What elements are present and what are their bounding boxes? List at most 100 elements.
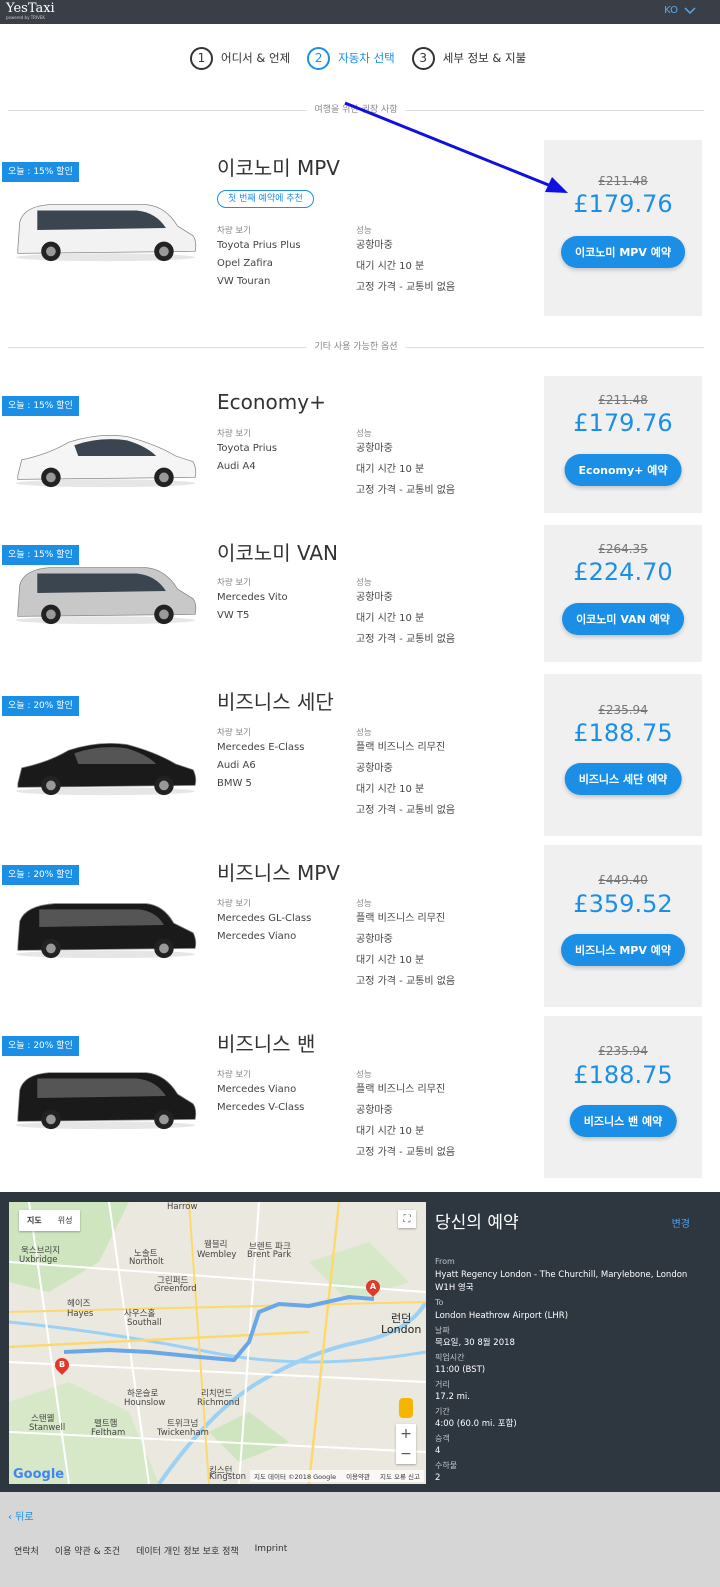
- map-label: 헤이즈: [67, 1299, 91, 1309]
- feature-item: 대기 시간 10 분: [356, 955, 425, 966]
- example-model: Mercedes E-Class: [217, 742, 305, 753]
- recommended-chip: 첫 번째 예약에 추천: [217, 190, 314, 208]
- map-label: Northolt: [129, 1257, 164, 1267]
- map-terms-link[interactable]: 이용약관: [346, 1471, 370, 1481]
- feature-item: 대기 시간 10 분: [356, 261, 425, 272]
- step-where-when[interactable]: 1 어디서 & 언제: [190, 46, 290, 70]
- distance-value: 17.2 mi.: [435, 1392, 470, 1402]
- example-model: VW Touran: [217, 276, 271, 287]
- street-view-icon[interactable]: [399, 1398, 413, 1418]
- luggage-label: 수하물: [435, 1461, 458, 1470]
- map-label: Greenford: [154, 1284, 197, 1294]
- from-label: From: [435, 1257, 455, 1266]
- feature-item: 대기 시간 10 분: [356, 464, 425, 475]
- discount-badge: 오늘 : 15% 할인: [2, 162, 79, 182]
- original-price: £264.35: [598, 542, 648, 556]
- footer-link-terms[interactable]: 이용 약관 & 조건: [55, 1544, 120, 1557]
- back-link[interactable]: ‹ 뒤로: [8, 1508, 34, 1523]
- feature-item: 공항마중: [356, 443, 393, 454]
- to-label: To: [435, 1298, 444, 1307]
- original-price: £211.48: [598, 174, 648, 188]
- book-vehicle-button[interactable]: 비즈니스 MPV 예약: [561, 934, 685, 966]
- map-tab-satellite[interactable]: 위성: [50, 1210, 81, 1231]
- map-label: Feltham: [91, 1428, 126, 1438]
- examples-heading: 차량 보기: [217, 578, 251, 588]
- change-booking-link[interactable]: 변경: [672, 1215, 690, 1230]
- footer-link-imprint[interactable]: Imprint: [255, 1544, 288, 1557]
- original-price: £211.48: [598, 393, 648, 407]
- to-value: London Heathrow Airport (LHR): [435, 1311, 569, 1321]
- example-models-list: Mercedes GL-Class Mercedes Viano: [217, 910, 311, 946]
- step-select-car[interactable]: 2 자동차 선택: [307, 46, 395, 70]
- language-selector[interactable]: KO: [664, 5, 696, 16]
- step-label: 자동차 선택: [338, 51, 395, 65]
- example-models-list: Mercedes E-Class Audi A6 BMW 5: [217, 739, 304, 793]
- example-model: Mercedes V-Class: [217, 1102, 305, 1113]
- vehicle-card: 오늘 : 15% 할인 이코노미 VAN 차량 보기 성능 Mercedes Vito V…: [0, 525, 720, 662]
- map-label: Southall: [127, 1318, 162, 1328]
- book-vehicle-button[interactable]: 비즈니스 세단 예약: [564, 763, 682, 795]
- pin-label: A: [369, 1282, 377, 1291]
- zoom-in-button[interactable]: +: [396, 1424, 416, 1444]
- vehicle-card: 오늘 : 20% 할인 비즈니스 밴 차량 보기 성능 Mercedes Viano Me…: [0, 1016, 720, 1178]
- map-type-tabs: 지도 위성: [19, 1210, 81, 1231]
- car-image: [10, 418, 200, 494]
- footer-links: 연락처 이용 약관 & 조건 데이터 개인 정보 보호 정책 Imprint: [14, 1544, 303, 1557]
- vehicle-title: 비즈니스 밴: [217, 1032, 316, 1056]
- features-list: 공항마중 대기 시간 10 분 고정 가격 - 교통비 없음: [356, 587, 455, 650]
- examples-heading: 차량 보기: [217, 226, 251, 236]
- feature-item: 고정 가격 - 교통비 없음: [356, 805, 456, 816]
- pickup-value: 11:00 (BST): [435, 1365, 486, 1375]
- discount-badge: 오늘 : 20% 할인: [2, 865, 79, 885]
- discounted-price: £188.75: [573, 719, 673, 747]
- map-tab-map[interactable]: 지도: [19, 1210, 50, 1231]
- feature-item: 고정 가격 - 교통비 없음: [356, 1147, 456, 1158]
- google-logo-text: Google: [13, 1467, 65, 1482]
- map-label: Twickenham: [157, 1428, 209, 1438]
- route-end-pin[interactable]: B: [52, 1355, 72, 1375]
- recommended-divider: 여행을 위한 권장 사항: [8, 103, 704, 117]
- logo[interactable]: YesTaxi: [6, 2, 55, 16]
- car-image: [10, 555, 200, 631]
- map-label: Wembley: [197, 1250, 237, 1260]
- passengers-value: 4: [435, 1446, 441, 1456]
- chevron-down-icon: [684, 6, 696, 14]
- map-report-link[interactable]: 지도 오류 신고: [380, 1471, 420, 1481]
- vehicle-title: Economy+: [217, 390, 326, 414]
- original-price: £449.40: [598, 873, 648, 887]
- book-vehicle-button[interactable]: 비즈니스 밴 예약: [569, 1105, 677, 1137]
- example-models-list: Mercedes Vito VW T5: [217, 589, 288, 625]
- feature-item: 고정 가격 - 교통비 없음: [356, 634, 456, 645]
- example-model: Mercedes GL-Class: [217, 913, 312, 924]
- book-vehicle-button[interactable]: 이코노미 VAN 예약: [562, 603, 684, 635]
- route-start-pin[interactable]: A: [363, 1277, 383, 1297]
- date-label: 날짜: [435, 1326, 450, 1335]
- map-label: Hounslow: [124, 1398, 166, 1408]
- discounted-price: £359.52: [573, 890, 673, 918]
- progress-steps: 1 어디서 & 언제 2 자동차 선택 3 세부 정보 & 지불: [190, 45, 543, 71]
- vehicle-title: 이코노미 VAN: [217, 541, 339, 565]
- example-models-list: Toyota Prius Plus Opel Zafira VW Touran: [217, 237, 301, 291]
- route-map[interactable]: Harrow 웸블리 Wembley 노솔트 Northolt 그린퍼드 Gre…: [9, 1202, 426, 1484]
- feature-item: 플랙 비즈니스 리무진: [356, 742, 446, 753]
- example-model: Toyota Prius Plus: [217, 240, 301, 251]
- feature-item: 공항마중: [356, 240, 393, 251]
- features-list: 공항마중 대기 시간 10 분 고정 가격 - 교통비 없음: [356, 235, 455, 298]
- feature-item: 공항마중: [356, 1105, 393, 1116]
- discount-badge: 오늘 : 20% 할인: [2, 696, 79, 716]
- footer-link-privacy[interactable]: 데이터 개인 정보 보호 정책: [136, 1544, 239, 1557]
- book-vehicle-button[interactable]: 이코노미 MPV 예약: [561, 236, 685, 268]
- vehicle-card: 오늘 : 20% 할인 비즈니스 MPV 차량 보기 성능 Mercedes GL-Cl…: [0, 845, 720, 1007]
- zoom-out-button[interactable]: −: [396, 1444, 416, 1464]
- price-panel: £264.35 £224.70 이코노미 VAN 예약: [544, 525, 702, 662]
- price-panel: £235.94 £188.75 비즈니스 세단 예약: [544, 674, 702, 836]
- recommended-heading: 여행을 위한 권장 사항: [306, 103, 406, 117]
- distance-label: 거리: [435, 1380, 450, 1389]
- book-vehicle-button[interactable]: Economy+ 예약: [564, 454, 682, 486]
- language-label: KO: [664, 5, 678, 16]
- step-details-payment[interactable]: 3 세부 정보 & 지불: [411, 46, 526, 70]
- fullscreen-icon[interactable]: ⛶: [398, 1210, 416, 1228]
- example-model: BMW 5: [217, 778, 252, 789]
- footer-link-contact[interactable]: 연락처: [14, 1544, 39, 1557]
- original-price: £235.94: [598, 1044, 648, 1058]
